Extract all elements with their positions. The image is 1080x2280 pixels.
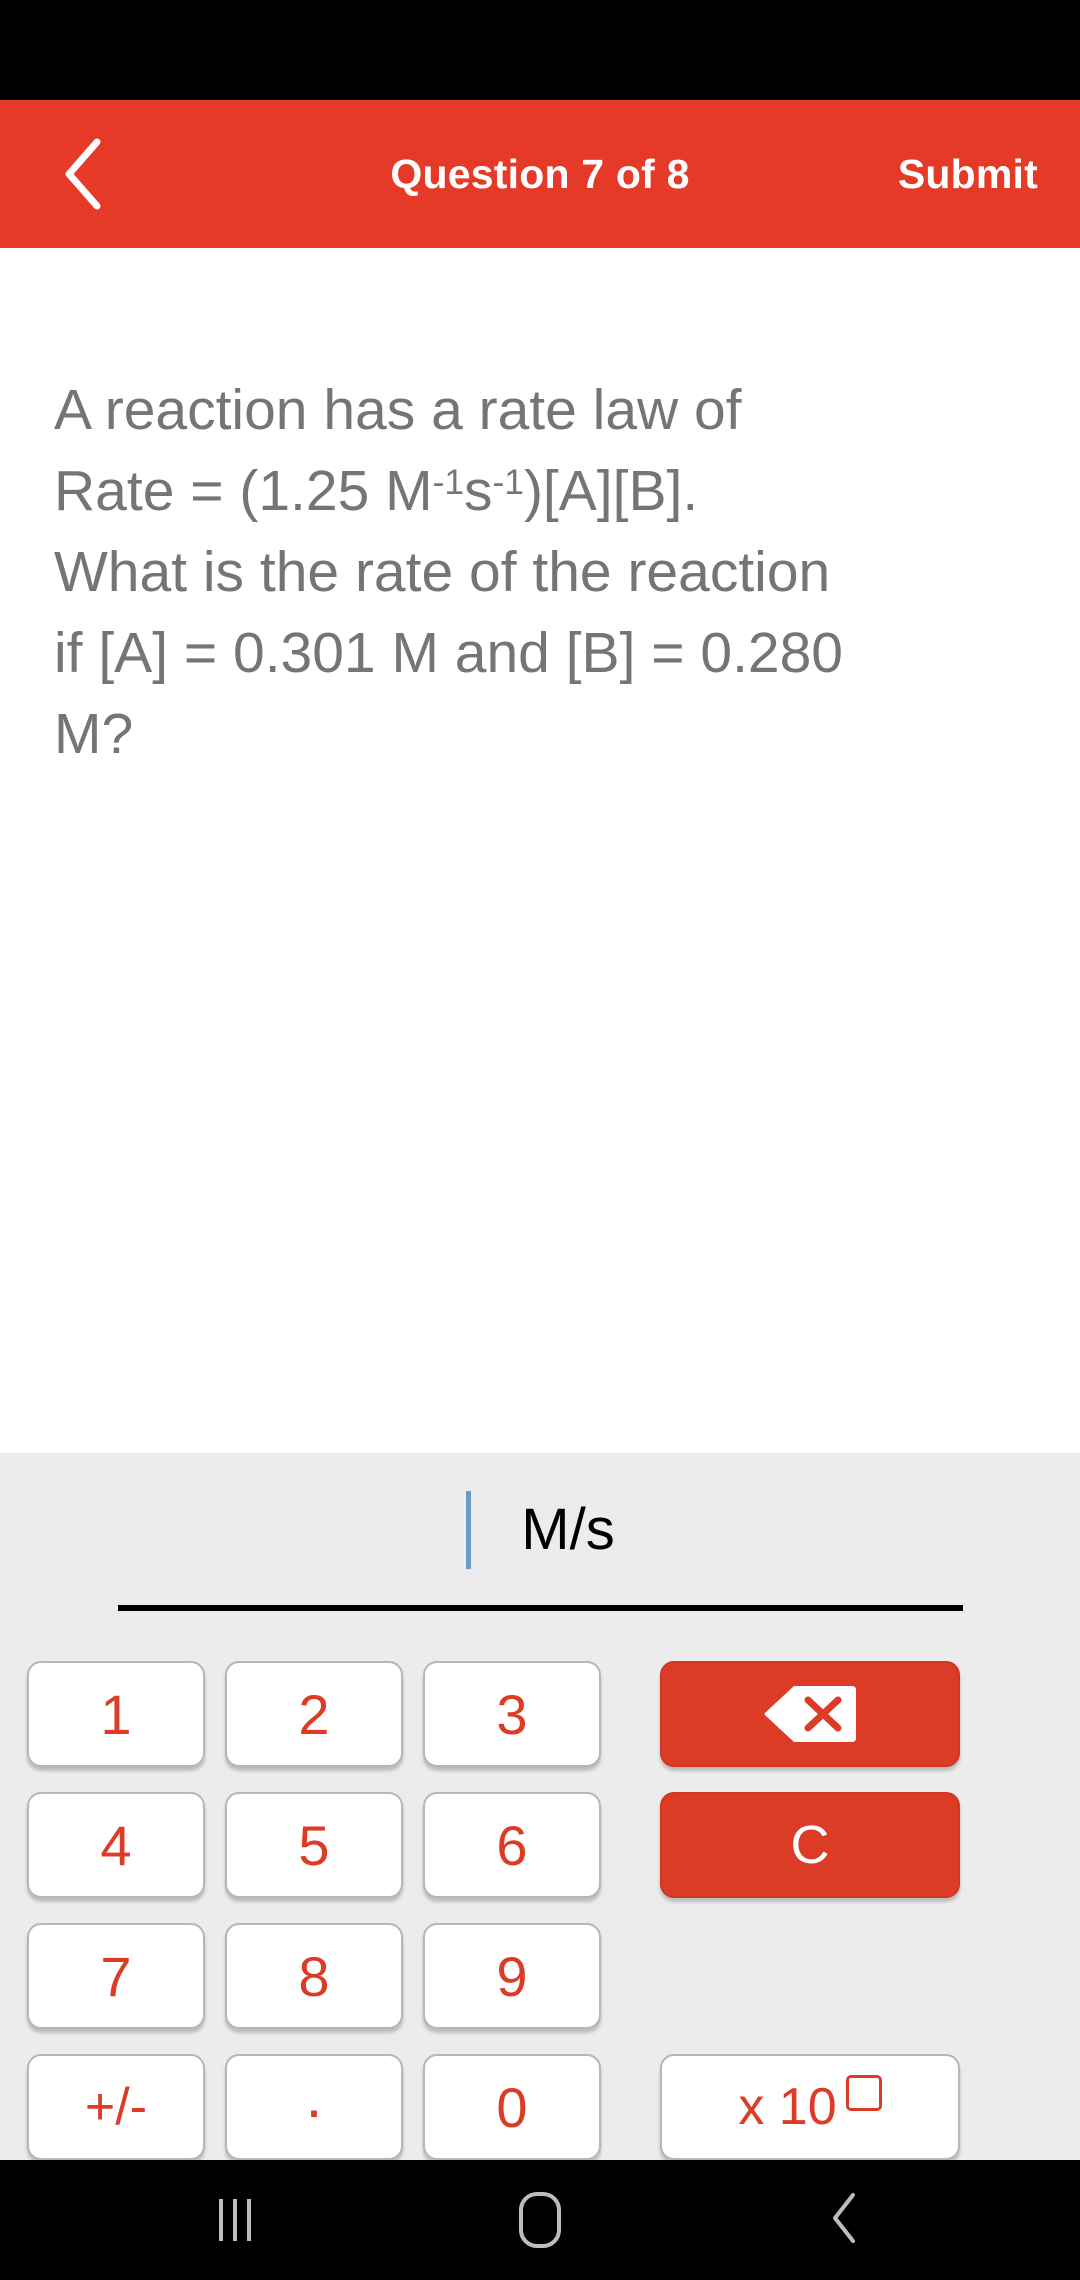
key-label: +/- [84,2078,148,2136]
question-exponent-1: -1 [432,462,465,502]
key-3[interactable]: 3 [423,1661,601,1767]
key-label: 9 [496,1944,528,2008]
question-line-5: M? [54,702,134,766]
keypad-panel: M/s 1 2 3 4 5 6 7 8 9 +/- . 0 C x 10 [0,1453,1080,2160]
key-9[interactable]: 9 [423,1923,601,2029]
key-1[interactable]: 1 [27,1661,205,1767]
key-label: 2 [298,1682,330,1746]
key-label: 6 [496,1813,528,1877]
key-2[interactable]: 2 [225,1661,403,1767]
question-area: A reaction has a rate law of Rate = (1.2… [0,248,1080,1453]
nav-back-button[interactable] [725,2160,965,2280]
key-7[interactable]: 7 [27,1923,205,2029]
android-nav-bar [0,2160,1080,2280]
key-label: 8 [298,1944,330,2008]
backspace-icon [764,1683,856,1745]
back-button[interactable] [14,100,154,248]
answer-unit-label: M/s [521,1497,615,1562]
question-line-3: What is the rate of the reaction [54,540,831,604]
answer-input[interactable]: M/s [118,1475,963,1585]
key-label: 0 [496,2075,528,2139]
key-label: x 10 [738,2078,837,2136]
key-label: 4 [100,1813,132,1877]
question-line-2-suffix: )[A][B]. [523,459,699,523]
key-label: C [790,1815,830,1875]
key-label: 1 [100,1682,132,1746]
question-text: A reaction has a rate law of Rate = (1.2… [54,370,1032,775]
chevron-left-icon [57,134,111,214]
text-cursor [466,1491,472,1569]
answer-input-underline [118,1605,963,1611]
app-screen: Question 7 of 8 Submit A reaction has a … [0,0,1080,2280]
key-plus-minus[interactable]: +/- [27,2054,205,2160]
key-label: 3 [496,1682,528,1746]
recents-button[interactable] [115,2160,355,2280]
key-6[interactable]: 6 [423,1792,601,1898]
nav-back-icon [827,2190,863,2251]
home-icon [519,2192,561,2248]
key-0[interactable]: 0 [423,2054,601,2160]
recents-icon [214,2199,256,2241]
app-header: Question 7 of 8 Submit [0,100,1080,248]
backspace-button[interactable] [660,1661,960,1767]
clear-button[interactable]: C [660,1792,960,1898]
key-5[interactable]: 5 [225,1792,403,1898]
key-decimal[interactable]: . [225,2054,403,2160]
key-label: 5 [298,1813,330,1877]
key-label: . [305,2062,323,2130]
exponent-placeholder-box [845,2075,882,2111]
key-4[interactable]: 4 [27,1792,205,1898]
question-exponent-2: -1 [492,462,524,502]
question-line-1: A reaction has a rate law of [54,378,742,442]
key-label: 7 [100,1944,132,2008]
question-line-2-mid: s [464,459,493,523]
question-line-2-prefix: Rate = (1.25 M [54,459,433,523]
scientific-notation-button[interactable]: x 10 [660,2054,960,2160]
home-button[interactable] [420,2160,660,2280]
question-line-4: if [A] = 0.301 M and [B] = 0.280 [54,621,844,685]
submit-button[interactable]: Submit [898,100,1038,248]
key-8[interactable]: 8 [225,1923,403,2029]
answer-input-inner: M/s [118,1475,963,1585]
status-bar [0,0,1080,100]
